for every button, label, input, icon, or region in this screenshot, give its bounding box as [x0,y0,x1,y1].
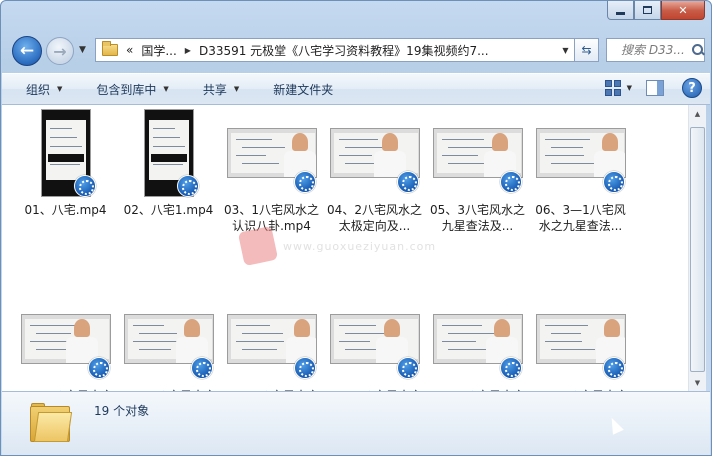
video-player-icon [74,175,96,197]
breadcrumb-item-current[interactable]: D33591 元极堂《八宅学习资料教程》19集视频约7... [199,42,489,59]
breadcrumb-overflow[interactable]: « [126,43,133,57]
scrollbar-thumb[interactable] [690,127,705,372]
arrow-right-icon: → [53,41,67,61]
file-item[interactable]: 05、3八宅风水之九星查法及... [426,107,529,234]
maximize-icon [643,6,652,14]
view-dropdown-button[interactable]: ▼ [627,84,632,92]
new-folder-label: 新建文件夹 [273,82,334,97]
maximize-button[interactable] [634,1,661,20]
search-icon[interactable] [691,43,704,57]
help-icon[interactable]: ? [682,78,702,98]
file-name: 02、八宅1.mp4 [123,203,214,217]
file-name: 03、1八宅风水之认识八卦.mp4 [224,203,319,233]
file-item[interactable]: 02、八宅1.mp4 [117,107,220,218]
search-box [606,38,705,62]
video-player-icon [603,171,625,193]
chevron-down-icon: ▼ [163,85,169,93]
back-button[interactable]: ← [12,36,42,66]
video-player-icon [88,357,110,379]
file-name: 05、3八宅风水之九星查法及... [430,203,525,233]
details-pane: 19 个对象 [2,391,710,455]
minimize-icon [616,11,625,15]
breadcrumb-item[interactable]: 国学... [141,42,176,59]
video-player-icon [191,357,213,379]
file-name: 01、八宅.mp4 [24,203,107,217]
video-player-icon [294,171,316,193]
file-list[interactable]: 01、八宅.mp4 02、八宅1.mp4 03、1八宅风水之认识八卦.mp4 04、2… [2,105,688,419]
search-input[interactable] [621,43,689,57]
file-item[interactable]: 04、2八宅风水之太极定向及... [323,107,426,234]
close-button[interactable]: ✕ [661,1,705,20]
file-name: 06、3—1八宅风水之九星查法... [535,203,626,233]
chevron-down-icon: ▼ [57,85,63,93]
refresh-icon: ⇆ [581,43,592,57]
address-bar[interactable]: « 国学... ▶ D33591 元极堂《八宅学习资料教程》19集视频约7...… [95,38,575,62]
item-count: 19 个对象 [94,404,150,418]
video-player-icon [500,171,522,193]
share-menu[interactable]: 共享 ▼ [179,75,249,103]
share-label: 共享 [202,82,227,97]
video-player-icon [397,171,419,193]
vertical-scrollbar[interactable]: ▲ ▼ [688,105,706,391]
file-item[interactable]: 01、八宅.mp4 [14,107,117,218]
folder-large-icon [28,402,73,446]
video-player-icon [397,357,419,379]
video-player-icon [500,357,522,379]
breadcrumb-separator-icon[interactable]: ▶ [185,46,191,55]
video-player-icon [294,357,316,379]
recent-pages-dropdown[interactable]: ▼ [79,45,89,55]
arrow-left-icon: ← [19,41,35,61]
command-bar: 组织 ▼ 包含到库中 ▼ 共享 ▼ 新建文件夹 ▼ ? [2,73,710,105]
refresh-button[interactable]: ⇆ [575,38,599,62]
video-player-icon [177,175,199,197]
organize-label: 组织 [26,82,51,97]
file-name: 04、2八宅风水之太极定向及... [327,203,422,233]
folder-icon [102,41,118,56]
scroll-up-icon[interactable]: ▲ [689,105,706,122]
file-item[interactable]: 06、3—1八宅风水之九星查法... [529,107,632,234]
scroll-down-icon[interactable]: ▼ [689,374,706,391]
chevron-down-icon: ▼ [233,85,240,93]
navigation-bar: ← → ▼ « 国学... ▶ D33591 元极堂《八宅学习资料教程》19集视… [9,33,705,67]
include-in-library-menu[interactable]: 包含到库中 ▼ [72,75,178,103]
file-item[interactable]: 03、1八宅风水之认识八卦.mp4 [220,107,323,234]
explorer-window: ✕ ← → ▼ « 国学... ▶ D33591 元极堂《八宅学习资料教程》19… [0,0,712,456]
organize-menu[interactable]: 组织 ▼ [2,75,72,103]
caption-buttons: ✕ [607,1,705,20]
new-folder-button[interactable]: 新建文件夹 [249,75,343,103]
preview-pane-icon[interactable] [646,80,664,96]
address-dropdown-button[interactable]: ▼ [556,39,574,61]
include-in-library-label: 包含到库中 [96,82,157,97]
view-options-icon[interactable] [604,80,621,96]
minimize-button[interactable] [607,1,634,20]
forward-button[interactable]: → [46,37,74,65]
video-player-icon [603,357,625,379]
